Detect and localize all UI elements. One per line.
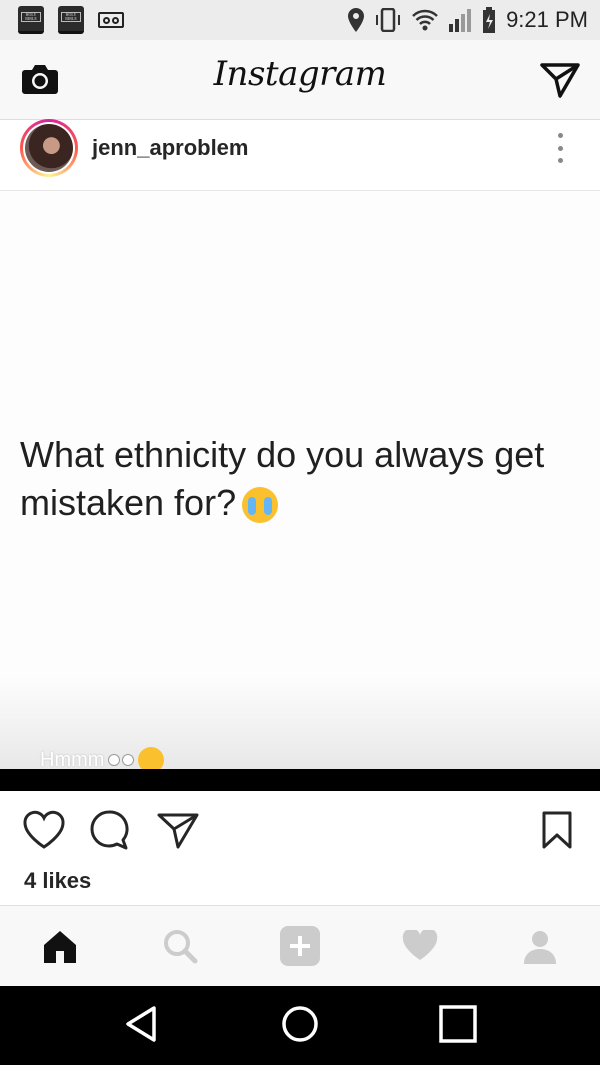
clock: 9:21 PM	[506, 7, 588, 32]
vibrate-icon	[374, 8, 402, 32]
activity-heart-icon[interactable]	[400, 926, 440, 966]
post-image-text: What ethnicity do you always get mistake…	[20, 431, 595, 527]
app-header: Instagram	[0, 40, 600, 120]
recent-apps-icon[interactable]	[438, 1004, 478, 1044]
post-username[interactable]: jenn_aproblem	[92, 135, 248, 161]
eyes-emoji	[108, 754, 135, 766]
likes-count[interactable]: 4 likes	[24, 868, 91, 894]
crying-face-emoji	[242, 487, 279, 524]
bible-label: HOLY BIBLE	[61, 12, 81, 22]
instagram-logo: Instagram	[213, 54, 387, 94]
like-heart-icon[interactable]	[22, 809, 66, 851]
bible-app-icon: HOLY BIBLE	[18, 6, 44, 34]
profile-icon[interactable]	[520, 926, 560, 966]
bookmark-icon[interactable]	[538, 809, 582, 851]
post-actions: 4 likes	[0, 791, 600, 906]
avatar[interactable]	[20, 119, 78, 177]
post-question: What ethnicity do you always get mistake…	[20, 434, 545, 523]
wifi-icon	[412, 9, 438, 31]
status-bar: HOLY BIBLE HOLY BIBLE 9:21 PM	[0, 0, 600, 40]
signal-icon	[448, 8, 472, 32]
battery-icon	[482, 7, 496, 33]
comment-icon[interactable]	[89, 809, 133, 851]
home-circle-icon[interactable]	[280, 1004, 320, 1044]
search-icon[interactable]	[160, 926, 200, 966]
post-header: jenn_aproblem	[0, 119, 600, 191]
voicemail-icon	[98, 12, 124, 28]
more-options-icon[interactable]	[550, 133, 570, 163]
add-post-icon[interactable]	[280, 926, 320, 966]
bottom-tab-bar	[0, 906, 600, 986]
share-icon[interactable]	[156, 809, 200, 851]
home-icon[interactable]	[40, 926, 80, 966]
post-image[interactable]: What ethnicity do you always get mistake…	[0, 191, 600, 773]
image-bottom-bar	[0, 769, 600, 791]
location-icon	[348, 8, 365, 32]
bible-label: HOLY BIBLE	[21, 12, 41, 22]
bible-app-icon: HOLY BIBLE	[58, 6, 84, 34]
back-icon[interactable]	[122, 1004, 162, 1044]
system-nav-bar	[0, 986, 600, 1065]
direct-message-icon[interactable]	[540, 62, 580, 98]
